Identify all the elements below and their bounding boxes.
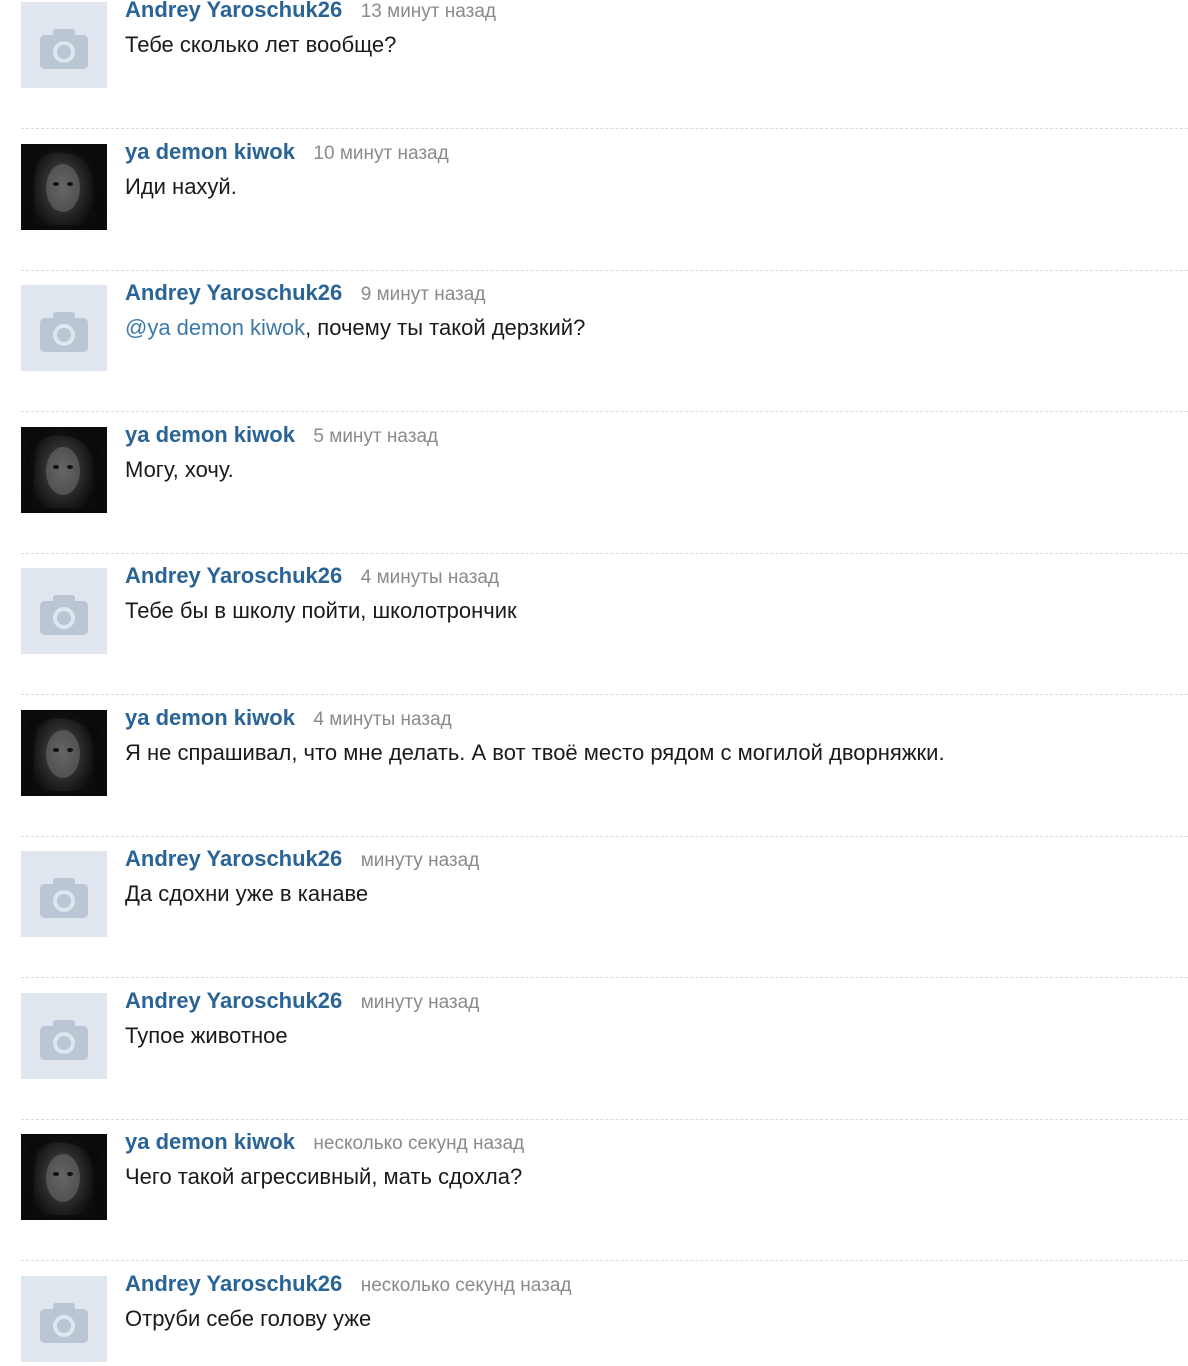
comment-item: ya demon kiwok несколько секунд назад Че… xyxy=(0,1129,1188,1274)
camera-icon xyxy=(40,312,88,352)
comment-text: Тебе сколько лет вообще? xyxy=(125,32,397,57)
comment-text: @ya demon kiwok, почему ты такой дерзкий… xyxy=(125,315,585,341)
avatar[interactable] xyxy=(21,709,107,796)
comment-text: Тебе бы в школу пойти, школотрончик xyxy=(125,598,517,623)
timestamp[interactable]: 4 минуты назад xyxy=(361,567,499,588)
author-link[interactable]: Andrey Yaroschuk26 xyxy=(125,988,342,1013)
comment-header: Andrey Yaroschuk26 минуту назад xyxy=(125,988,479,1014)
comment-text: Я не спрашивал, что мне делать. А вот тв… xyxy=(125,739,945,765)
timestamp[interactable]: 13 минут назад xyxy=(361,1,496,22)
timestamp[interactable]: 4 минуты назад xyxy=(313,709,451,730)
author-link[interactable]: Andrey Yaroschuk26 xyxy=(125,563,342,588)
user-photo-icon xyxy=(21,709,107,796)
divider xyxy=(21,977,1188,978)
avatar[interactable] xyxy=(21,426,107,513)
avatar[interactable] xyxy=(21,992,107,1079)
timestamp[interactable]: несколько секунд назад xyxy=(313,1133,524,1154)
author-link[interactable]: Andrey Yaroschuk26 xyxy=(125,846,342,871)
avatar[interactable] xyxy=(21,568,107,654)
author-link[interactable]: ya demon kiwok xyxy=(125,422,295,447)
comment-header: Andrey Yaroschuk26 несколько секунд наза… xyxy=(125,1274,571,1297)
avatar[interactable] xyxy=(21,2,107,88)
divider xyxy=(21,411,1188,412)
avatar[interactable] xyxy=(21,143,107,230)
author-link[interactable]: ya demon kiwok xyxy=(125,705,295,730)
comment-item: Andrey Yaroschuk26 минуту назад Тупое жи… xyxy=(0,988,1188,1133)
comment-text: Да сдохни уже в канаве xyxy=(125,881,369,906)
comment-header: ya demon kiwok 10 минут назад xyxy=(125,139,449,165)
comment-item: Andrey Yaroschuk26 минуту назад Да сдохн… xyxy=(0,846,1188,991)
comment-item: ya demon kiwok 5 минут назад Могу, хочу. xyxy=(0,422,1188,567)
avatar[interactable] xyxy=(21,285,107,371)
camera-icon xyxy=(40,1019,88,1060)
comment-item: ya demon kiwok 10 минут назад Иди нахуй. xyxy=(0,139,1188,284)
comment-header: Andrey Yaroschuk26 4 минуты назад xyxy=(125,563,499,589)
comment-text: Могу, хочу. xyxy=(125,456,234,482)
camera-icon xyxy=(40,595,88,635)
timestamp[interactable]: минуту назад xyxy=(361,850,480,871)
author-link[interactable]: ya demon kiwok xyxy=(125,139,295,164)
comment-item: Andrey Yaroschuk26 несколько секунд наза… xyxy=(0,1274,1188,1366)
divider xyxy=(21,552,1188,554)
timestamp[interactable]: 9 минут назад xyxy=(361,284,486,305)
comment-header: ya demon kiwok несколько секунд назад xyxy=(125,1129,524,1155)
comment-text: Тупое животное xyxy=(125,1022,288,1048)
comment-header: ya demon kiwok 5 минут назад xyxy=(125,422,438,448)
user-photo-icon xyxy=(21,426,107,513)
timestamp[interactable]: минуту назад xyxy=(361,992,480,1013)
avatar[interactable] xyxy=(21,851,107,937)
comment-header: ya demon kiwok 4 минуты назад xyxy=(125,705,452,731)
timestamp[interactable]: несколько секунд назад xyxy=(361,1275,572,1296)
comment-item: Andrey Yaroschuk26 4 минуты назад Тебе б… xyxy=(0,563,1188,708)
comment-text: Отруби себе голову уже xyxy=(125,1305,372,1331)
camera-icon xyxy=(40,878,88,918)
comment-item: ya demon kiwok 4 минуты назад Я не спраш… xyxy=(0,705,1188,850)
comment-header: Andrey Yaroschuk26 9 минут назад xyxy=(125,280,485,306)
avatar[interactable] xyxy=(21,1275,107,1362)
author-link[interactable]: Andrey Yaroschuk26 xyxy=(125,0,342,22)
divider xyxy=(21,128,1188,129)
user-photo-icon xyxy=(21,1134,107,1220)
divider xyxy=(21,1118,1188,1120)
user-photo-icon xyxy=(21,143,107,230)
divider xyxy=(21,269,1188,271)
comment-item: Andrey Yaroschuk26 13 минут назад Тебе с… xyxy=(0,0,1188,142)
divider xyxy=(21,835,1188,837)
timestamp[interactable]: 10 минут назад xyxy=(313,143,448,164)
avatar[interactable] xyxy=(21,1134,107,1220)
mention-link[interactable]: @ya demon kiwok xyxy=(125,315,305,340)
comment-header: Andrey Yaroschuk26 13 минут назад xyxy=(125,0,496,23)
divider xyxy=(21,1260,1188,1261)
author-link[interactable]: Andrey Yaroschuk26 xyxy=(125,1274,342,1296)
comment-item: Andrey Yaroschuk26 9 минут назад @ya dem… xyxy=(0,280,1188,425)
comment-text-body: , почему ты такой дерзкий? xyxy=(305,315,586,340)
timestamp[interactable]: 5 минут назад xyxy=(313,426,438,447)
comment-text: Чего такой агрессивный, мать сдохла? xyxy=(125,1164,523,1189)
divider xyxy=(21,694,1188,695)
comment-text: Иди нахуй. xyxy=(125,173,237,199)
author-link[interactable]: ya demon kiwok xyxy=(125,1129,295,1154)
author-link[interactable]: Andrey Yaroschuk26 xyxy=(125,280,342,305)
camera-icon xyxy=(40,1302,88,1343)
camera-icon xyxy=(40,29,88,69)
comment-header: Andrey Yaroschuk26 минуту назад xyxy=(125,846,479,872)
